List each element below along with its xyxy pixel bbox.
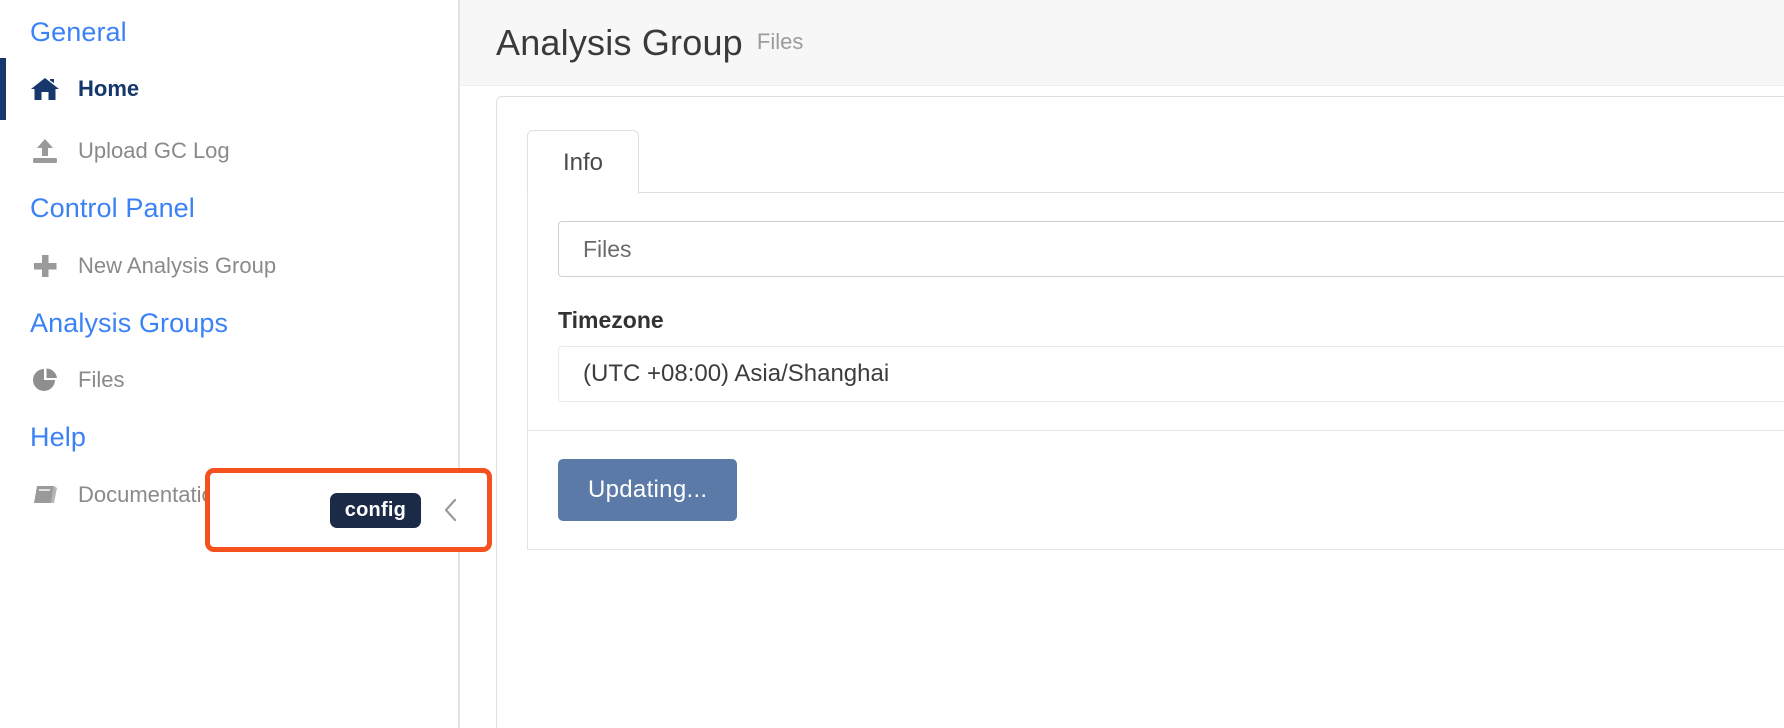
info-panel: Files Timezone (UTC +08:00) Asia/Shangha… bbox=[527, 193, 1784, 550]
sidebar-collapse-control-highlight[interactable]: config bbox=[205, 468, 492, 552]
plus-icon bbox=[30, 252, 64, 280]
content-area: Info Files Timezone (UTC +08:00) Asia/Sh… bbox=[460, 86, 1784, 728]
tab-bar: Info bbox=[527, 121, 1784, 194]
timezone-select[interactable]: (UTC +08:00) Asia/Shanghai bbox=[558, 346, 1784, 402]
sidebar-item-label: Upload GC Log bbox=[78, 138, 230, 164]
pie-chart-icon bbox=[30, 366, 64, 394]
tab-bar-filler bbox=[639, 192, 1784, 193]
analysis-group-name-input[interactable]: Files bbox=[558, 221, 1784, 277]
sidebar: General Home Upload GC Log Control Panel bbox=[0, 0, 492, 728]
app-root: General Home Upload GC Log Control Panel bbox=[0, 0, 1784, 728]
main-content: Analysis Group Files Info Files Timezone… bbox=[460, 0, 1784, 728]
sidebar-item-label: New Analysis Group bbox=[78, 252, 277, 278]
page-title: Analysis Group bbox=[496, 21, 743, 63]
timezone-label: Timezone bbox=[558, 307, 664, 333]
config-tooltip-badge: config bbox=[329, 492, 421, 528]
sidebar-item-new-analysis-group[interactable]: New Analysis Group bbox=[0, 235, 458, 297]
sidebar-item-home[interactable]: Home bbox=[0, 58, 458, 121]
home-icon bbox=[30, 76, 64, 102]
sidebar-section-title-general: General bbox=[30, 17, 127, 47]
sidebar-item-label: Home bbox=[78, 76, 140, 102]
info-panel-body: Files Timezone (UTC +08:00) Asia/Shangha… bbox=[528, 193, 1784, 430]
tab-info[interactable]: Info bbox=[527, 130, 639, 194]
chevron-left-icon[interactable] bbox=[443, 497, 459, 523]
update-button[interactable]: Updating... bbox=[558, 459, 738, 521]
page-header: Analysis Group Files bbox=[460, 0, 1784, 86]
info-panel-footer: Updating... bbox=[528, 430, 1784, 549]
sidebar-section-title-control-panel: Control Panel bbox=[30, 193, 195, 224]
sidebar-item-upload-gc-log[interactable]: Upload GC Log bbox=[0, 120, 458, 182]
sidebar-item-label: Documentation bbox=[78, 481, 226, 507]
sidebar-section-title-help: Help bbox=[30, 422, 86, 453]
analysis-group-card: Info Files Timezone (UTC +08:00) Asia/Sh… bbox=[496, 96, 1784, 728]
sidebar-section-title-analysis-groups: Analysis Groups bbox=[30, 307, 229, 338]
sidebar-item-label: Files bbox=[78, 367, 125, 393]
upload-icon bbox=[30, 137, 64, 165]
book-icon bbox=[30, 482, 64, 508]
sidebar-item-files[interactable]: Files bbox=[0, 349, 458, 411]
page-subtitle: Files bbox=[756, 28, 804, 54]
